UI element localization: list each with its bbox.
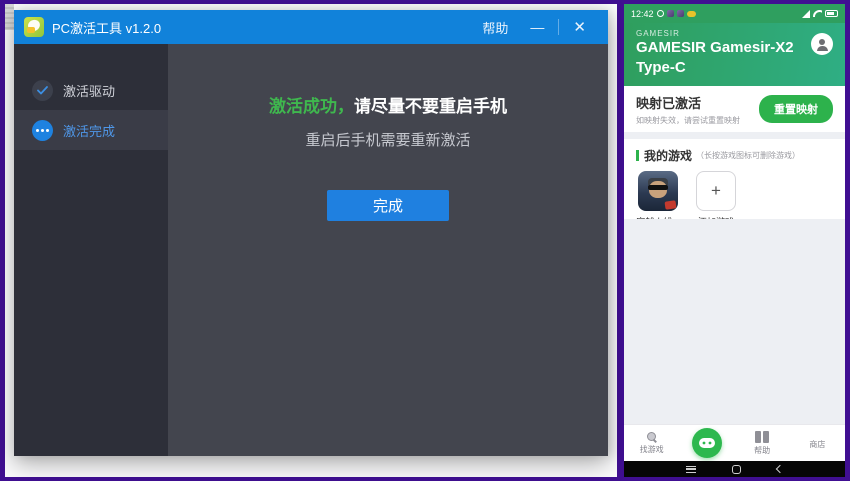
step-label: 激活完成 (63, 121, 115, 140)
tab-help[interactable]: 帮助 (740, 431, 784, 456)
add-game-plus-icon[interactable]: + (696, 171, 736, 211)
window-titlebar[interactable]: PC激活工具 v1.2.0 帮助 — ✕ (14, 10, 608, 44)
status-time: 12:42 (631, 9, 654, 19)
device-header: GAMESIR GAMESIR Gamesir-X2 Type-C (624, 23, 845, 86)
alarm-icon (657, 10, 664, 17)
result-headline-warning: 请尽量不要重启手机 (354, 97, 507, 116)
empty-content-area (624, 219, 845, 424)
mapping-status-title: 映射已激活 (636, 93, 740, 112)
wifi-icon (813, 10, 822, 17)
device-name-line2: Type-C (636, 58, 833, 78)
section-divider (624, 132, 845, 139)
gamepad-status-icon (687, 11, 696, 17)
mapping-status-card: 映射已激活 如映射失效，请尝试重置映射 重置映射 (624, 86, 845, 132)
books-icon (755, 431, 769, 443)
close-button[interactable]: ✕ (561, 18, 598, 36)
section-accent-bar (636, 150, 639, 161)
notification-icon (677, 10, 684, 17)
android-navbar (624, 461, 845, 477)
sidebar-step-activate-driver[interactable]: 激活驱动 (14, 70, 168, 110)
brand-label: GAMESIR (636, 29, 833, 38)
step-label: 激活驱动 (63, 81, 115, 100)
done-button[interactable]: 完成 (327, 190, 449, 221)
gamepad-icon (692, 428, 722, 458)
user-avatar-icon[interactable] (811, 33, 833, 55)
steps-sidebar: 激活驱动 激活完成 (14, 44, 168, 456)
tab-gamepad-home[interactable] (685, 428, 729, 458)
result-headline-success: 激活成功， (269, 97, 354, 116)
battery-icon (825, 10, 838, 17)
android-back-icon[interactable] (776, 465, 784, 473)
android-home-icon[interactable] (732, 465, 741, 474)
reset-mapping-button[interactable]: 重置映射 (759, 95, 833, 123)
background-window-fragment (5, 4, 14, 30)
app-logo-icon (24, 17, 44, 37)
dots-progress-icon (32, 120, 53, 141)
result-panel: 激活成功，请尽量不要重启手机 重启后手机需要重新激活 完成 (168, 44, 608, 456)
help-button[interactable]: 帮助 (472, 18, 518, 37)
my-games-hint: （长按游戏图标可删除游戏） (696, 150, 800, 161)
my-games-section: 我的游戏 （长按游戏图标可删除游戏） 穿越火线... + 添加游戏 (624, 139, 845, 219)
my-games-title: 我的游戏 (644, 147, 692, 164)
screenshot-root: PC激活工具 v1.2.0 帮助 — ✕ 激活驱动 (0, 0, 850, 481)
result-headline: 激活成功，请尽量不要重启手机 (269, 92, 507, 117)
notification-icon (667, 10, 674, 17)
device-name-line1: GAMESIR Gamesir-X2 (636, 38, 833, 58)
android-menu-icon[interactable] (686, 466, 696, 473)
signal-icon (802, 10, 810, 18)
tab-store[interactable]: 商店 (795, 437, 839, 450)
search-icon (647, 432, 657, 442)
tab-find-games[interactable]: 找游戏 (630, 432, 674, 455)
result-subline: 重启后手机需要重新激活 (305, 129, 470, 150)
desktop-background: PC激活工具 v1.2.0 帮助 — ✕ 激活驱动 (5, 4, 617, 477)
minimize-button[interactable]: — (518, 19, 556, 35)
check-icon (32, 80, 53, 101)
titlebar-divider (558, 19, 559, 35)
window-title: PC激活工具 v1.2.0 (52, 18, 161, 37)
mapping-status-hint: 如映射失效，请尝试重置映射 (636, 115, 740, 126)
phone-screen: 12:42 GAMESIR GAMESIR Gamesir-X2 Type-C (624, 4, 845, 477)
pc-activation-window: PC激活工具 v1.2.0 帮助 — ✕ 激活驱动 (14, 10, 608, 456)
sidebar-step-activation-complete[interactable]: 激活完成 (14, 110, 168, 150)
bottom-tabbar: 找游戏 帮助 商店 (624, 424, 845, 461)
game-icon-crossfire[interactable] (638, 171, 678, 211)
phone-statusbar: 12:42 (624, 4, 845, 23)
